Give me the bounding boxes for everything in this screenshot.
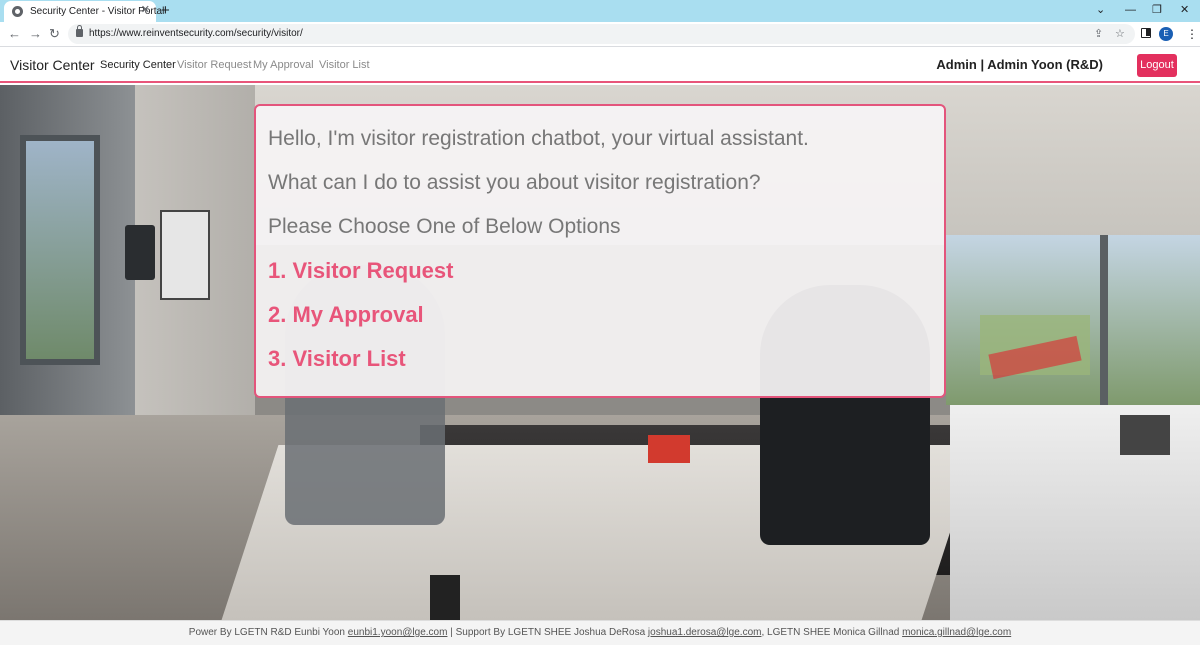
chatbot-panel: Hello, I'm visitor registration chatbot,…: [254, 104, 946, 398]
globe-icon: [12, 6, 23, 17]
user-display: Admin | Admin Yoon (R&D): [936, 57, 1103, 72]
new-tab-button[interactable]: +: [161, 1, 170, 21]
footer-email-link-2[interactable]: joshua1.derosa@lge.com: [648, 627, 762, 638]
logout-button[interactable]: Logout: [1137, 54, 1177, 77]
back-button[interactable]: ←: [8, 25, 21, 43]
nav-link-visitor-list[interactable]: Visitor List: [319, 59, 370, 71]
profile-avatar[interactable]: E: [1159, 27, 1173, 41]
browser-toolbar: ← → ↻ https://www.reinventsecurity.com/s…: [0, 22, 1200, 47]
url-text: https://www.reinventsecurity.com/securit…: [89, 28, 303, 39]
chatbot-greeting: Hello, I'm visitor registration chatbot,…: [268, 127, 809, 150]
footer-support-text-2: , LGETN SHEE Monica Gillnad: [761, 627, 900, 638]
share-icon[interactable]: ⇪: [1094, 26, 1103, 42]
chatbot-question: What can I do to assist you about visito…: [268, 171, 761, 194]
restore-button[interactable]: ❐: [1152, 2, 1162, 18]
nav-link-visitor-request[interactable]: Visitor Request: [177, 59, 251, 71]
reload-button[interactable]: ↻: [49, 25, 60, 43]
address-bar[interactable]: https://www.reinventsecurity.com/securit…: [68, 24, 1135, 44]
close-window-button[interactable]: ✕: [1180, 2, 1189, 18]
option-visitor-request[interactable]: 1. Visitor Request: [268, 257, 932, 285]
footer-power-text: Power By LGETN R&D Eunbi Yoon: [188, 627, 345, 638]
browser-titlebar: Security Center - Visitor Portal ✕ + ⌄ —…: [0, 0, 1200, 22]
side-panel-icon[interactable]: [1141, 28, 1151, 38]
bookmark-star-icon[interactable]: ☆: [1115, 26, 1125, 42]
browser-tab[interactable]: Security Center - Visitor Portal ✕: [4, 1, 164, 22]
tab-search-icon[interactable]: ⌄: [1096, 2, 1105, 18]
nav-link-security-center[interactable]: Security Center: [100, 59, 176, 71]
close-tab-icon[interactable]: ✕: [141, 3, 150, 16]
footer-support-text: | Support By LGETN SHEE Joshua DeRosa: [447, 627, 646, 638]
browser-menu-icon[interactable]: ⋮: [1186, 25, 1198, 43]
nav-link-my-approval[interactable]: My Approval: [253, 59, 314, 71]
chatbot-prompt: Please Choose One of Below Options: [268, 215, 621, 238]
footer-email-link-3[interactable]: monica.gillnad@lge.com: [902, 627, 1011, 638]
forward-button[interactable]: →: [29, 25, 42, 43]
app-navbar: Visitor Center Security Center Visitor R…: [0, 47, 1200, 83]
page-footer: Power By LGETN R&D Eunbi Yoon eunbi1.yoo…: [0, 620, 1200, 645]
brand-title[interactable]: Visitor Center: [10, 57, 95, 73]
footer-email-link-1[interactable]: eunbi1.yoon@lge.com: [348, 627, 448, 638]
option-my-approval[interactable]: 2. My Approval: [268, 301, 932, 329]
lock-icon: [76, 25, 83, 37]
option-visitor-list[interactable]: 3. Visitor List: [268, 345, 932, 373]
minimize-button[interactable]: —: [1125, 2, 1136, 18]
